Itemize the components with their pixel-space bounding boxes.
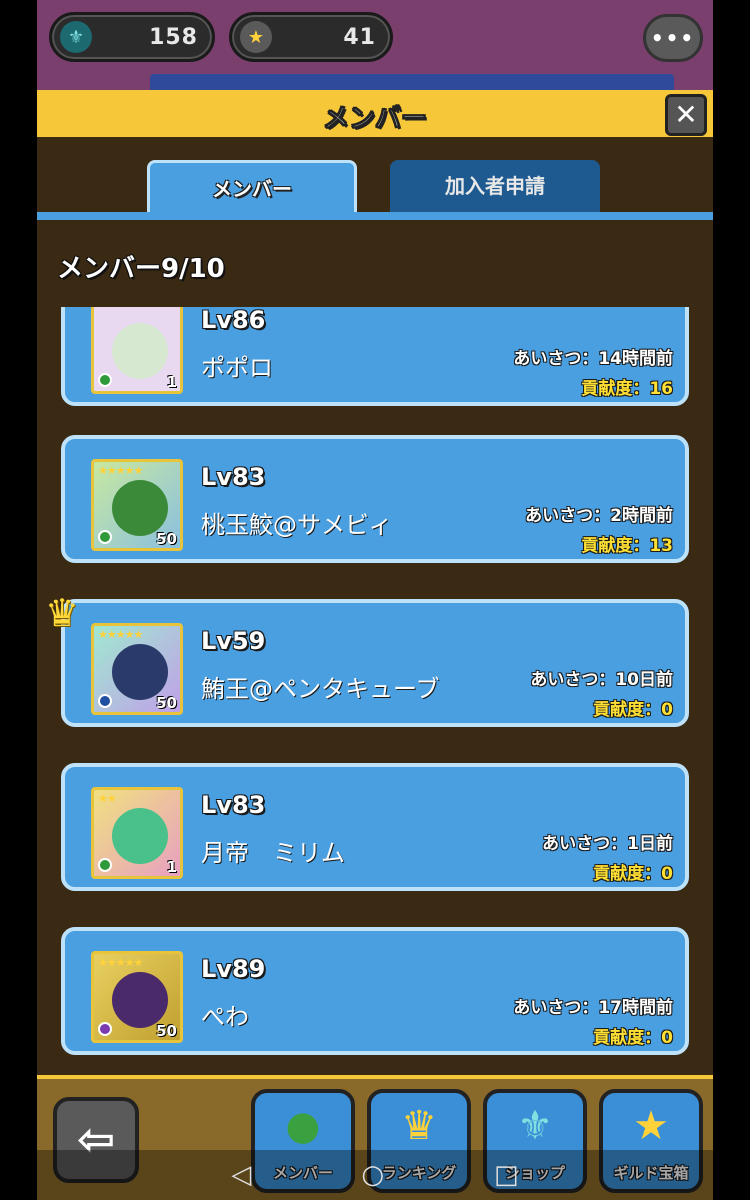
close-icon: ✕ xyxy=(674,98,698,131)
member-greeting: あいさつ：17時間前 xyxy=(513,998,673,1018)
member-card[interactable]: ★★★★★ 50 Lv89 ぺわ あいさつ：17時間前 貢献度：0 xyxy=(61,927,689,1055)
member-name: 月帝 ミリム xyxy=(201,839,345,867)
rarity-stars-icon: ★★ xyxy=(98,792,117,805)
avatar-badge: 50 xyxy=(156,530,177,548)
top-status-bar: ⚜ 158 ★ 41 ••• xyxy=(37,0,713,90)
currency-counter-b: ★ 41 xyxy=(229,12,393,62)
member-avatar: ★★ 1 xyxy=(91,787,183,879)
character-art xyxy=(112,323,168,379)
element-orb-icon xyxy=(98,858,112,872)
element-orb-icon xyxy=(98,1022,112,1036)
member-contribution: 貢献度：0 xyxy=(593,1028,673,1048)
screen-border-right xyxy=(713,0,750,1200)
currency-counter-a: ⚜ 158 xyxy=(49,12,215,62)
member-greeting: あいさつ：2時間前 xyxy=(525,506,673,526)
screen-border-left xyxy=(0,0,37,1200)
fleur-coin-icon: ⚜ xyxy=(60,21,92,53)
member-name: 桃玉鮫@サメビィ xyxy=(201,511,393,539)
member-greeting: あいさつ：10日前 xyxy=(530,670,673,690)
member-level: Lv83 xyxy=(201,463,266,491)
chat-button[interactable]: ••• xyxy=(643,14,703,62)
fleur-coin-icon: ⚜ xyxy=(517,1103,553,1149)
member-contribution: 貢献度：0 xyxy=(593,700,673,720)
star-medal-icon: ★ xyxy=(240,21,272,53)
modal-body: メンバー 加入者申請 メンバー9/10 1 Lv86 ポポロ あいさつ：14時間… xyxy=(37,140,713,1075)
element-orb-icon xyxy=(98,530,112,544)
crown-icon: ♛ xyxy=(401,1103,437,1149)
member-greeting: あいさつ：1日前 xyxy=(542,834,673,854)
member-card[interactable]: ★★★★★ 50 Lv59 鮪王@ペンタキューブ あいさつ：10日前 貢献度：0 xyxy=(61,599,689,727)
avatar-badge: 50 xyxy=(156,1022,177,1040)
rarity-stars-icon: ★★★★★ xyxy=(98,464,143,477)
character-art xyxy=(112,808,168,864)
member-list[interactable]: 1 Lv86 ポポロ あいさつ：14時間前 貢献度：16 ★★★★★ 50 Lv… xyxy=(37,307,713,1075)
character-art xyxy=(112,644,168,700)
close-button[interactable]: ✕ xyxy=(665,94,707,136)
character-art xyxy=(112,972,168,1028)
member-contribution: 貢献度：16 xyxy=(581,379,673,399)
currency-b-value: 41 xyxy=(343,25,376,50)
member-level: Lv86 xyxy=(201,307,266,334)
element-orb-icon xyxy=(98,373,112,387)
tab-join-requests[interactable]: 加入者申請 xyxy=(390,160,600,212)
member-avatar: 1 xyxy=(91,307,183,394)
element-orb-icon xyxy=(98,694,112,708)
member-greeting: あいさつ：14時間前 xyxy=(513,349,673,369)
member-contribution: 貢献度：13 xyxy=(581,536,673,556)
rarity-stars-icon: ★★★★★ xyxy=(98,956,143,969)
leader-crown-icon: ♛ xyxy=(45,591,80,635)
avatar-badge: 1 xyxy=(166,858,177,876)
member-card[interactable]: ★★ 1 Lv83 月帝 ミリム あいさつ：1日前 貢献度：0 xyxy=(61,763,689,891)
member-contribution: 貢献度：0 xyxy=(593,864,673,884)
member-level: Lv83 xyxy=(201,791,266,819)
modal-header: メンバー ✕ xyxy=(37,90,713,140)
member-avatar: ★★★★★ 50 xyxy=(91,459,183,551)
background-panel-edge xyxy=(150,74,674,90)
modal-title: メンバー xyxy=(322,104,427,135)
rarity-stars-icon: ★★★★★ xyxy=(98,628,143,641)
member-level: Lv89 xyxy=(201,955,266,983)
medal-star-icon: ★ xyxy=(633,1103,669,1149)
member-count-label: メンバー9/10 xyxy=(57,254,225,284)
system-navigation-bar: ◁ ○ □ xyxy=(37,1150,713,1200)
system-back-icon[interactable]: ◁ xyxy=(231,1160,251,1190)
member-level: Lv59 xyxy=(201,627,266,655)
member-card[interactable]: ★★★★★ 50 Lv83 桃玉鮫@サメビィ あいさつ：2時間前 貢献度：13 xyxy=(61,435,689,563)
avatar-badge: 50 xyxy=(156,694,177,712)
avatar-badge: 1 xyxy=(166,373,177,391)
member-avatar: ★★★★★ 50 xyxy=(91,623,183,715)
member-name: ポポロ xyxy=(201,354,273,382)
member-card[interactable]: 1 Lv86 ポポロ あいさつ：14時間前 貢献度：16 xyxy=(61,307,689,406)
members-icon: ● xyxy=(285,1103,321,1149)
member-name: ぺわ xyxy=(201,1003,249,1031)
system-recents-icon[interactable]: □ xyxy=(494,1160,519,1190)
system-home-icon[interactable]: ○ xyxy=(361,1160,384,1190)
member-avatar: ★★★★★ 50 xyxy=(91,951,183,1043)
chat-bubble-icon: ••• xyxy=(650,26,696,50)
tab-underline xyxy=(37,212,713,220)
currency-a-value: 158 xyxy=(149,25,198,50)
character-art xyxy=(112,480,168,536)
tab-members[interactable]: メンバー xyxy=(147,160,357,212)
member-count-row: メンバー9/10 xyxy=(37,220,713,306)
member-name: 鮪王@ペンタキューブ xyxy=(201,675,440,703)
